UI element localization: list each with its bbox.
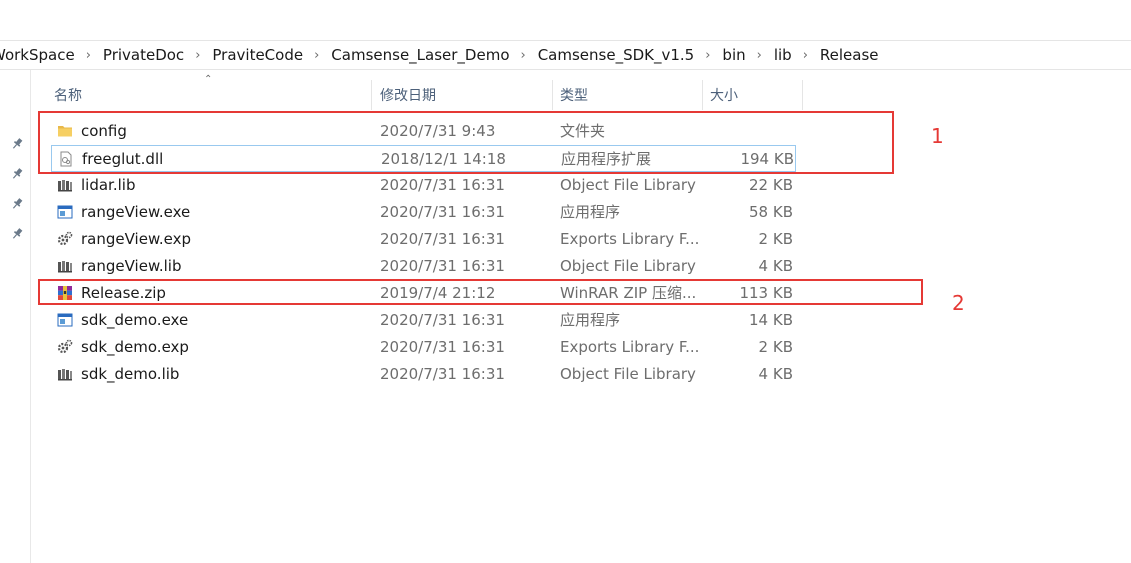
pin-icon[interactable] — [9, 226, 25, 242]
file-size: 2 KB — [758, 230, 793, 248]
file-name: rangeView.exp — [81, 230, 191, 248]
pin-icon[interactable] — [9, 166, 25, 182]
highlight-box-1 — [38, 111, 894, 174]
pin-icon[interactable] — [9, 196, 25, 212]
breadcrumb-item[interactable]: WorkSpace — [0, 46, 76, 64]
exp-icon — [57, 231, 73, 247]
file-type: 应用程序 — [560, 311, 621, 329]
file-type: Object File Library — [560, 365, 696, 383]
file-date: 2020/7/31 16:31 — [380, 230, 505, 248]
column-header-name-label: 名称 — [54, 88, 82, 104]
list-item[interactable]: sdk_demo.exe 2020/7/31 16:31 应用程序 14 KB — [51, 307, 796, 334]
highlight-box-2 — [38, 279, 923, 305]
list-item[interactable]: rangeView.exp 2020/7/31 16:31 Exports Libr… — [51, 226, 796, 253]
file-date: 2020/7/31 16:31 — [380, 257, 505, 275]
file-date: 2020/7/31 16:31 — [380, 338, 505, 356]
breadcrumb-item[interactable]: Camsense_SDK_v1.5 — [537, 46, 696, 64]
column-divider[interactable] — [802, 80, 803, 110]
file-name: sdk_demo.lib — [81, 365, 180, 383]
annotation-label-2: 2 — [952, 291, 965, 315]
chevron-right-icon[interactable]: › — [757, 48, 762, 63]
list-item[interactable]: sdk_demo.exp 2020/7/31 16:31 Exports Libra… — [51, 334, 796, 361]
file-name: rangeView.exe — [81, 203, 191, 221]
column-divider[interactable] — [371, 80, 372, 110]
breadcrumb-item[interactable]: Camsense_Laser_Demo — [330, 46, 510, 64]
chevron-right-icon[interactable]: › — [521, 48, 526, 63]
column-divider[interactable] — [702, 80, 703, 110]
breadcrumb-item[interactable]: bin — [721, 46, 746, 64]
column-header-type[interactable]: 类型 — [560, 80, 588, 110]
list-item[interactable]: rangeView.lib 2020/7/31 16:31 Object File … — [51, 253, 796, 280]
column-header-date[interactable]: 修改日期 — [380, 80, 436, 110]
file-size: 22 KB — [749, 176, 793, 194]
file-name: rangeView.lib — [81, 257, 182, 275]
file-date: 2020/7/31 16:31 — [380, 311, 505, 329]
file-size: 14 KB — [749, 311, 793, 329]
column-header-date-label: 修改日期 — [380, 88, 436, 104]
chevron-right-icon[interactable]: › — [195, 48, 200, 63]
column-header-size-label: 大小 — [710, 88, 738, 104]
file-name: sdk_demo.exe — [81, 311, 189, 329]
lib-icon — [57, 177, 73, 193]
column-header-name[interactable]: 名称 — [54, 80, 82, 110]
file-date: 2020/7/31 16:31 — [380, 203, 505, 221]
column-divider[interactable] — [552, 80, 553, 110]
chevron-right-icon[interactable]: › — [86, 48, 91, 63]
list-item[interactable]: sdk_demo.lib 2020/7/31 16:31 Object File L… — [51, 361, 796, 388]
breadcrumb-item[interactable]: lib — [773, 46, 793, 64]
file-name: lidar.lib — [81, 176, 136, 194]
file-date: 2020/7/31 16:31 — [380, 365, 505, 383]
chevron-right-icon[interactable]: › — [803, 48, 808, 63]
file-type: Exports Library F... — [560, 338, 700, 356]
exp-icon — [57, 339, 73, 355]
file-date: 2020/7/31 16:31 — [380, 176, 505, 194]
lib-icon — [57, 258, 73, 274]
pin-icon[interactable] — [9, 136, 25, 152]
chevron-right-icon[interactable]: › — [314, 48, 319, 63]
file-type: Object File Library — [560, 176, 696, 194]
file-type: Object File Library — [560, 257, 696, 275]
sort-ascending-icon: ⌃ — [204, 74, 213, 85]
exe-icon — [57, 312, 73, 328]
lib-icon — [57, 366, 73, 382]
column-header-type-label: 类型 — [560, 88, 588, 104]
column-header-size[interactable]: 大小 — [710, 80, 738, 110]
breadcrumb-item[interactable]: PrivateDoc — [102, 46, 185, 64]
list-item[interactable]: lidar.lib 2020/7/31 16:31 Object File Libr… — [51, 172, 796, 199]
breadcrumb: WorkSpace › PrivateDoc › PraviteCode › Camsens… — [0, 40, 1131, 70]
annotation-label-1: 1 — [931, 124, 944, 148]
breadcrumb-item[interactable]: Release — [819, 46, 880, 64]
file-type: Exports Library F... — [560, 230, 700, 248]
quick-access-pane — [0, 70, 31, 563]
file-size: 58 KB — [749, 203, 793, 221]
file-size: 2 KB — [758, 338, 793, 356]
file-name: sdk_demo.exp — [81, 338, 189, 356]
chevron-right-icon[interactable]: › — [705, 48, 710, 63]
breadcrumb-item[interactable]: PraviteCode — [211, 46, 304, 64]
list-item[interactable]: rangeView.exe 2020/7/31 16:31 应用程序 58 KB — [51, 199, 796, 226]
file-size: 4 KB — [758, 257, 793, 275]
file-size: 4 KB — [758, 365, 793, 383]
exe-icon — [57, 204, 73, 220]
file-type: 应用程序 — [560, 203, 621, 221]
